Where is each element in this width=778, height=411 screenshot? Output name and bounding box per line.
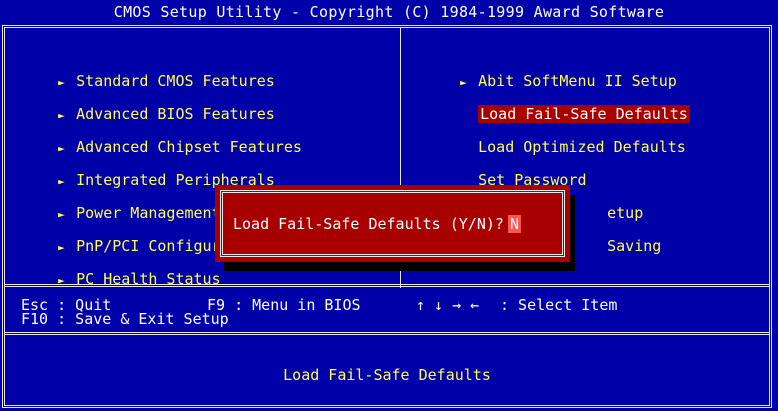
submenu-arrow-icon: ► bbox=[58, 274, 65, 287]
menu-item-integrated-peripherals[interactable]: ► Integrated Peripherals bbox=[22, 150, 275, 189]
hint-f10-save-exit: F10 : Save & Exit Setup bbox=[21, 310, 229, 328]
confirm-dialog: Load Fail-Safe Defaults (Y/N)? N bbox=[215, 185, 570, 262]
menu-item-standard-cmos[interactable]: ► Standard CMOS Features bbox=[22, 51, 275, 90]
menu-item-exit-without-saving[interactable]: Saving bbox=[571, 216, 661, 255]
window-title: CMOS Setup Utility - Copyright (C) 1984-… bbox=[113, 3, 665, 21]
status-text: Load Fail-Safe Defaults bbox=[283, 366, 491, 384]
dialog-prompt: Load Fail-Safe Defaults (Y/N)? bbox=[233, 214, 504, 233]
menu-item-advanced-bios[interactable]: ► Advanced BIOS Features bbox=[22, 84, 275, 123]
dialog-frame: Load Fail-Safe Defaults (Y/N)? N bbox=[220, 190, 565, 257]
hint-select-item: : Select Item bbox=[500, 296, 618, 314]
menu-item-pnp-pci[interactable]: ► PnP/PCI Configura bbox=[22, 216, 230, 255]
menu-item-advanced-chipset[interactable]: ► Advanced Chipset Features bbox=[22, 117, 302, 156]
hint-f9-menu: F9 : Menu in BIOS bbox=[207, 296, 361, 314]
dialog-answer-field[interactable]: N bbox=[507, 214, 521, 233]
menu-item-load-fail-safe[interactable]: Load Fail-Safe Defaults bbox=[424, 84, 690, 123]
menu-item-abit-softmenu[interactable]: ► Abit SoftMenu II Setup bbox=[424, 51, 677, 90]
menu-item-set-password[interactable]: Set Password bbox=[424, 150, 586, 189]
menu-item-pc-health[interactable]: ► PC Health Status bbox=[22, 249, 221, 288]
menu-item-load-optimized[interactable]: Load Optimized Defaults bbox=[424, 117, 686, 156]
menu-item-power-management[interactable]: ► Power Management bbox=[22, 183, 221, 222]
status-divider bbox=[5, 332, 769, 335]
hint-arrow-keys: ↑ ↓ → ← bbox=[416, 296, 480, 314]
menu-item-save-exit-setup[interactable]: etup bbox=[571, 183, 643, 222]
